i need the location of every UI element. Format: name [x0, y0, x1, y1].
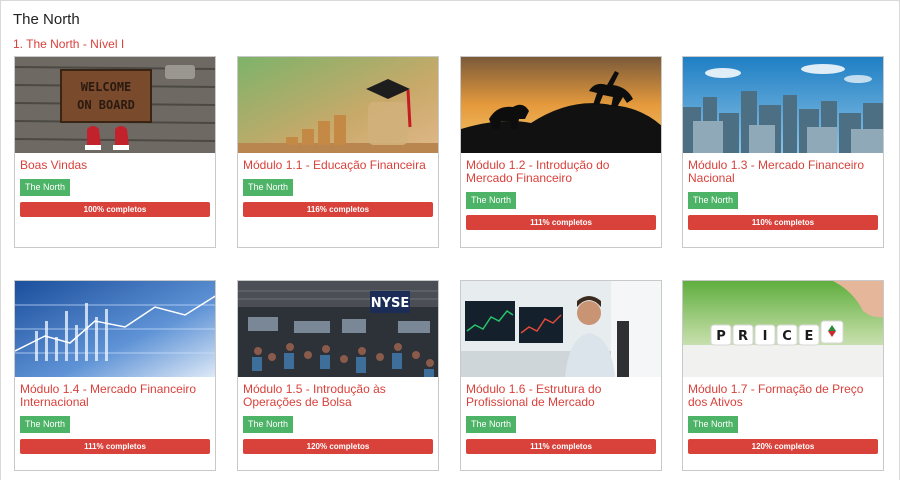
category-tag: The North	[466, 416, 517, 433]
progress-bar: 110% completos	[688, 215, 878, 230]
course-card-modulo-1-2[interactable]: Módulo 1.2 - Introdução do Mercado Finan…	[460, 56, 662, 248]
dice-letter-e: E	[805, 329, 814, 344]
card-title[interactable]: Módulo 1.2 - Introdução do Mercado Finan…	[466, 159, 656, 185]
progress-bar: 111% completos	[466, 215, 656, 230]
dice-letter-i: I	[763, 329, 768, 344]
doormat-line1: WELCOME	[81, 80, 132, 94]
dice-letter-r: R	[738, 329, 748, 344]
dice-letter-c: C	[782, 329, 792, 344]
doormat-line2: ON BOARD	[77, 98, 135, 112]
progress-bar: 120% completos	[688, 439, 878, 454]
thumbnail-blue-financial-chart	[15, 281, 215, 377]
course-card-modulo-1-7[interactable]: P R I C E Módulo 1.7 - Formação de Preço…	[682, 280, 884, 471]
course-card-modulo-1-3[interactable]: Módulo 1.3 - Mercado Financeiro Nacional…	[682, 56, 884, 248]
progress-bar: 116% completos	[243, 202, 433, 217]
thumbnail-stock-exchange-floor: NYSE	[238, 281, 438, 377]
card-title[interactable]: Módulo 1.7 - Formação de Preço dos Ativo…	[688, 383, 878, 409]
thumbnail-bull-and-bear-silhouette	[461, 57, 661, 153]
progress-bar: 120% completos	[243, 439, 433, 454]
category-tag: The North	[20, 416, 71, 433]
card-title[interactable]: Módulo 1.1 - Educação Financeira	[243, 159, 433, 172]
category-tag: The North	[688, 416, 739, 433]
course-card-modulo-1-4[interactable]: Módulo 1.4 - Mercado Financeiro Internac…	[14, 280, 216, 471]
category-tag: The North	[243, 179, 294, 196]
card-title[interactable]: Módulo 1.3 - Mercado Financeiro Nacional	[688, 159, 878, 185]
thumbnail-welcome-on-board-doormat: WELCOME ON BOARD	[15, 57, 215, 153]
level-title: 1. The North - Nível I	[13, 37, 125, 51]
category-tag: The North	[243, 416, 294, 433]
thumbnail-city-skyline	[683, 57, 883, 153]
course-card-modulo-1-5[interactable]: NYSE Módulo 1.5 - Introdução às Operaçõe…	[237, 280, 439, 471]
category-tag: The North	[20, 179, 71, 196]
card-title[interactable]: Boas Vindas	[20, 159, 210, 172]
thumbnail-coins-graduation-cap	[238, 57, 438, 153]
course-card-modulo-1-6[interactable]: Módulo 1.6 - Estrutura do Profissional d…	[460, 280, 662, 471]
card-title[interactable]: Módulo 1.6 - Estrutura do Profissional d…	[466, 383, 656, 409]
course-card-boas-vindas[interactable]: WELCOME ON BOARD Boas Vindas The North 1…	[14, 56, 216, 248]
thumbnail-price-dice: P R I C E	[683, 281, 883, 377]
progress-bar: 111% completos	[466, 439, 656, 454]
exchange-sign-text: NYSE	[371, 296, 410, 311]
card-title[interactable]: Módulo 1.4 - Mercado Financeiro Internac…	[20, 383, 210, 409]
course-card-modulo-1-1[interactable]: Módulo 1.1 - Educação Financeira The Nor…	[237, 56, 439, 248]
progress-bar: 100% completos	[20, 202, 210, 217]
category-tag: The North	[688, 192, 739, 209]
thumbnail-trader-at-monitors	[461, 281, 661, 377]
progress-bar: 111% completos	[20, 439, 210, 454]
page-title: The North	[13, 11, 80, 28]
dice-letter-p: P	[716, 329, 726, 344]
card-title[interactable]: Módulo 1.5 - Introdução às Operações de …	[243, 383, 433, 409]
category-tag: The North	[466, 192, 517, 209]
